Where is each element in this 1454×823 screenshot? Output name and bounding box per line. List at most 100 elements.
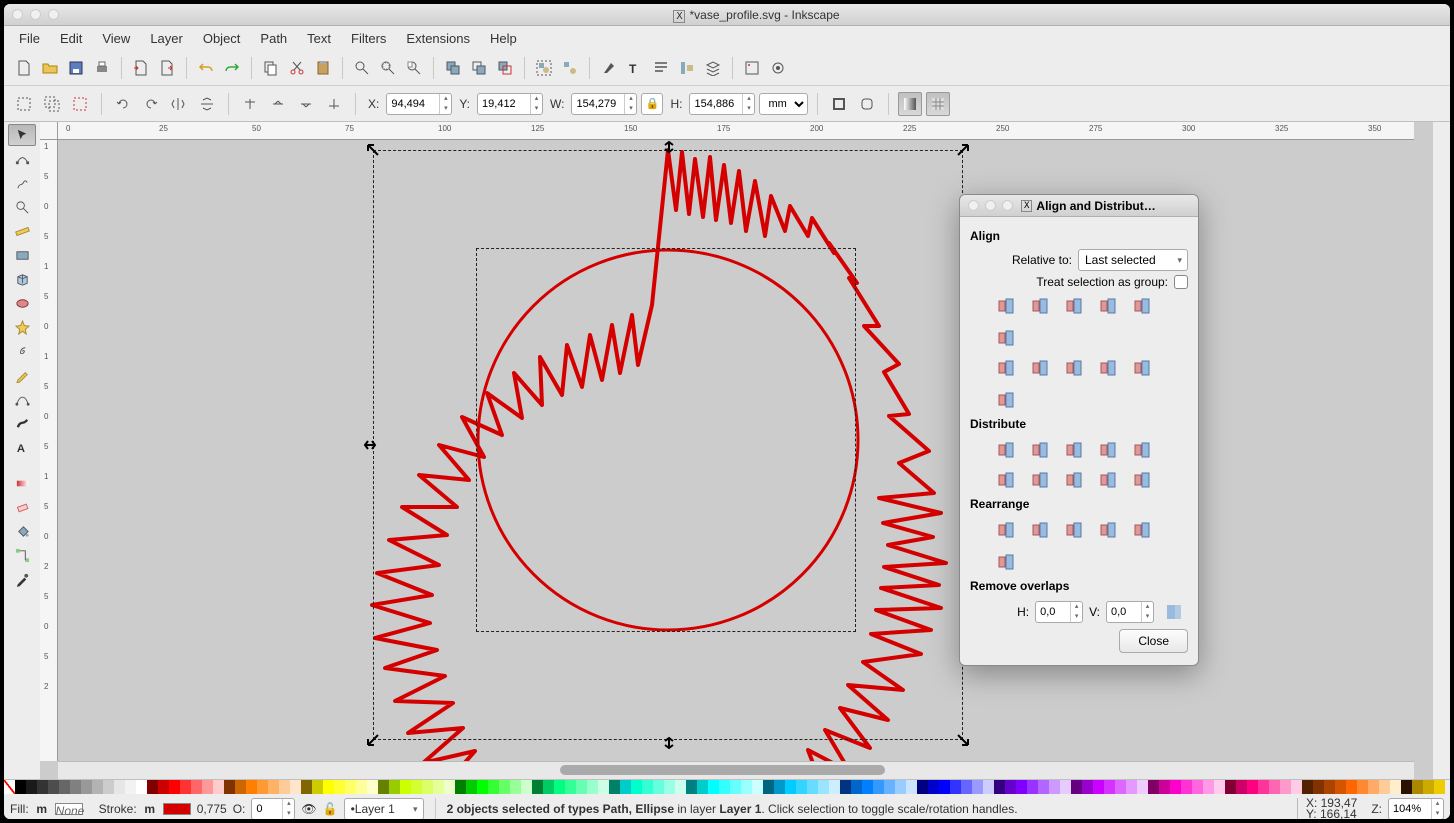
color-swatch[interactable] (1082, 780, 1093, 794)
color-swatch[interactable] (59, 780, 70, 794)
color-swatch[interactable] (92, 780, 103, 794)
x-input[interactable]: ▴▾ (386, 93, 452, 115)
align-left-edge-icon[interactable] (992, 293, 1020, 319)
color-swatch[interactable] (334, 780, 345, 794)
menu-layer[interactable]: Layer (141, 28, 192, 49)
fill-stroke-icon[interactable] (597, 56, 621, 80)
color-swatch[interactable] (906, 780, 917, 794)
layers-dlg-icon[interactable] (701, 56, 725, 80)
color-swatch[interactable] (1181, 780, 1192, 794)
color-swatch[interactable] (224, 780, 235, 794)
color-swatch[interactable] (1170, 780, 1181, 794)
doc-prefs-icon[interactable] (766, 56, 790, 80)
color-swatch[interactable] (1214, 780, 1225, 794)
align-center-h-icon[interactable] (1060, 293, 1088, 319)
flip-h-icon[interactable] (167, 92, 191, 116)
color-swatch[interactable] (598, 780, 609, 794)
color-swatch[interactable] (609, 780, 620, 794)
bezier-tool-icon[interactable] (8, 388, 36, 410)
dist-gap-h-icon[interactable] (1094, 437, 1122, 463)
stroke-swatch[interactable] (163, 803, 191, 815)
color-swatch[interactable] (1038, 780, 1049, 794)
minimize-window-icon[interactable] (30, 9, 41, 20)
menu-extensions[interactable]: Extensions (397, 28, 479, 49)
color-swatch[interactable] (917, 780, 928, 794)
relative-to-select[interactable]: Last selected (1078, 249, 1188, 271)
color-swatch[interactable] (125, 780, 136, 794)
color-swatch[interactable] (1423, 780, 1434, 794)
select-all-icon[interactable] (12, 92, 36, 116)
color-swatch[interactable] (1005, 780, 1016, 794)
color-swatch[interactable] (873, 780, 884, 794)
color-swatch[interactable] (730, 780, 741, 794)
dist-text-v-icon[interactable] (1128, 467, 1156, 493)
color-swatch[interactable] (554, 780, 565, 794)
color-swatch[interactable] (81, 780, 92, 794)
gradient-tool-icon[interactable] (8, 472, 36, 494)
color-swatch[interactable] (1126, 780, 1137, 794)
dist-bottom-icon[interactable] (1060, 467, 1088, 493)
color-swatch[interactable] (389, 780, 400, 794)
menu-edit[interactable]: Edit (51, 28, 91, 49)
color-swatch[interactable] (1247, 780, 1258, 794)
color-swatch[interactable] (367, 780, 378, 794)
color-swatch[interactable] (1192, 780, 1203, 794)
align-left-icon[interactable] (1026, 293, 1054, 319)
color-swatch[interactable] (1159, 780, 1170, 794)
menu-object[interactable]: Object (194, 28, 250, 49)
color-swatch[interactable] (1412, 780, 1423, 794)
color-swatch[interactable] (301, 780, 312, 794)
randomize-icon[interactable] (1094, 517, 1122, 543)
color-swatch[interactable] (433, 780, 444, 794)
calligraphy-tool-icon[interactable] (8, 412, 36, 434)
color-palette[interactable] (4, 780, 1450, 798)
zoom-window-icon[interactable] (48, 9, 59, 20)
dist-left-icon[interactable] (992, 437, 1020, 463)
color-swatch[interactable] (1236, 780, 1247, 794)
color-swatch[interactable] (1291, 780, 1302, 794)
deselect-icon[interactable] (68, 92, 92, 116)
duplicate-icon[interactable] (441, 56, 465, 80)
color-swatch[interactable] (1093, 780, 1104, 794)
color-swatch[interactable] (840, 780, 851, 794)
color-swatch[interactable] (961, 780, 972, 794)
color-swatch[interactable] (136, 780, 147, 794)
color-swatch[interactable] (565, 780, 576, 794)
dist-top-icon[interactable] (992, 467, 1020, 493)
color-swatch[interactable] (158, 780, 169, 794)
color-swatch[interactable] (191, 780, 202, 794)
color-swatch[interactable] (1346, 780, 1357, 794)
color-swatch[interactable] (169, 780, 180, 794)
color-swatch[interactable] (972, 780, 983, 794)
overlap-h-input[interactable]: ▴▾ (1035, 601, 1083, 623)
measure-tool-icon[interactable] (8, 220, 36, 242)
text-tool-icon[interactable]: A (8, 436, 36, 458)
zoom-tool-icon[interactable] (8, 196, 36, 218)
graph-layout-icon[interactable] (992, 517, 1020, 543)
color-swatch[interactable] (114, 780, 125, 794)
close-button[interactable]: Close (1119, 629, 1188, 653)
dist-center-v-icon[interactable] (1026, 467, 1054, 493)
resize-handle-se-icon[interactable] (956, 733, 970, 747)
dialog-titlebar[interactable]: X Align and Distribut… (960, 195, 1198, 217)
color-swatch[interactable] (587, 780, 598, 794)
group-icon[interactable] (532, 56, 556, 80)
color-swatch[interactable] (1027, 780, 1038, 794)
color-swatch[interactable] (1060, 780, 1071, 794)
zoom-drawing-icon[interactable] (376, 56, 400, 80)
rotate-cw-icon[interactable] (139, 92, 163, 116)
color-swatch[interactable] (532, 780, 543, 794)
color-swatch[interactable] (950, 780, 961, 794)
open-icon[interactable] (38, 56, 62, 80)
prefs-icon[interactable] (740, 56, 764, 80)
color-swatch[interactable] (246, 780, 257, 794)
color-swatch[interactable] (1335, 780, 1346, 794)
align-dlg-icon[interactable] (675, 56, 699, 80)
color-swatch[interactable] (279, 780, 290, 794)
color-swatch[interactable] (444, 780, 455, 794)
color-swatch[interactable] (312, 780, 323, 794)
lower-icon[interactable] (294, 92, 318, 116)
menu-view[interactable]: View (93, 28, 139, 49)
color-swatch[interactable] (994, 780, 1005, 794)
color-swatch[interactable] (356, 780, 367, 794)
